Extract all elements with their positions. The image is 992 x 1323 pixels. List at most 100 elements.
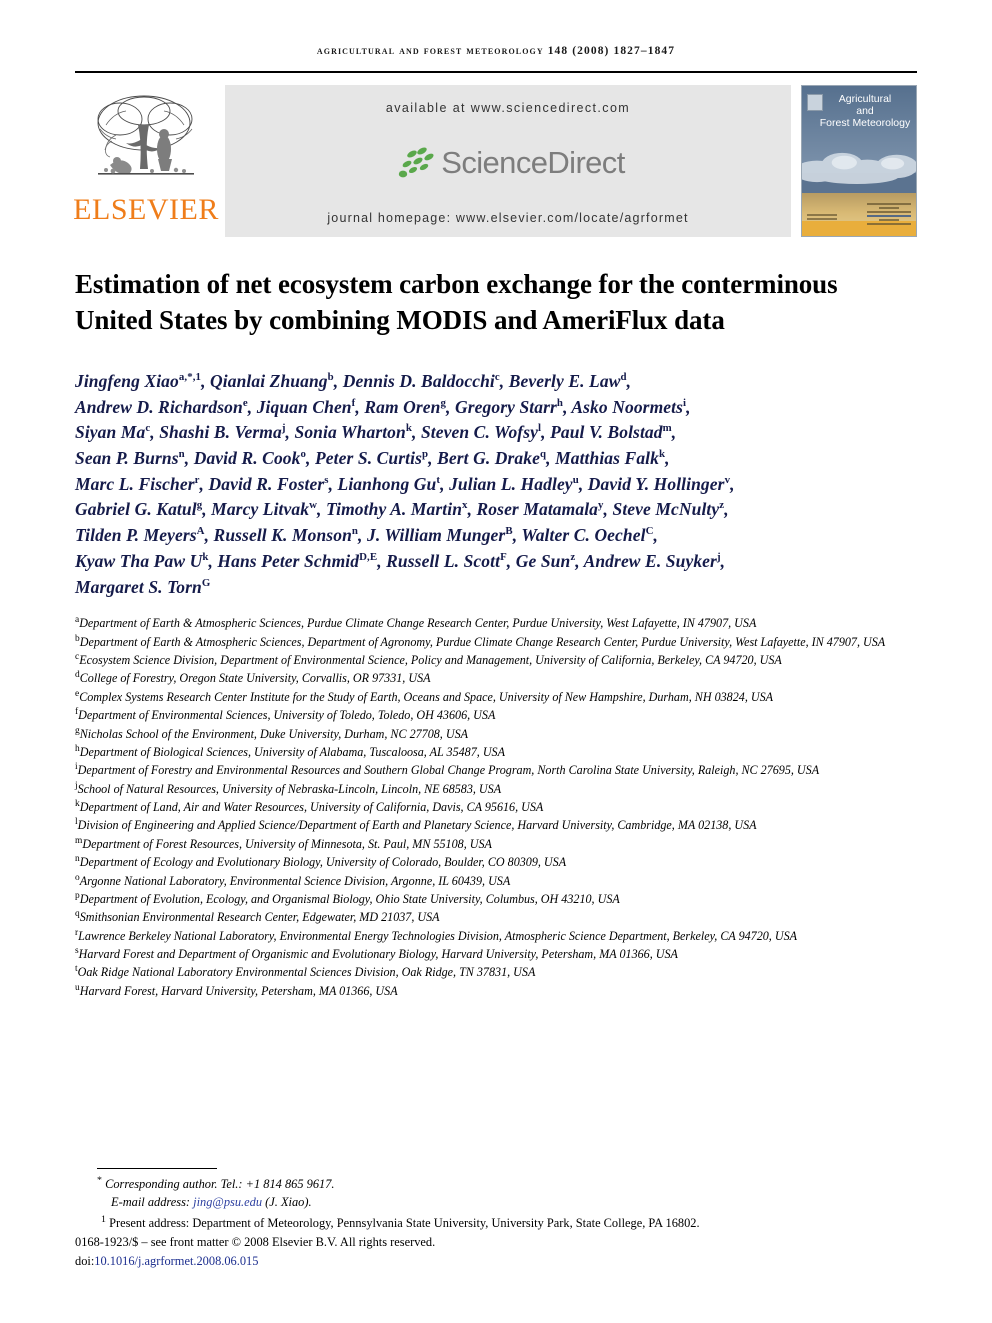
author-affiliation-mark: n	[178, 448, 185, 461]
affiliation-item: nDepartment of Ecology and Evolutionary …	[75, 853, 917, 871]
affiliation-item: bDepartment of Earth & Atmospheric Scien…	[75, 633, 917, 651]
corresponding-author-note: * Corresponding author. Tel.: +1 814 865…	[97, 1174, 917, 1194]
author-affiliation-mark: r	[194, 473, 200, 486]
affiliation-item: iDepartment of Forestry and Environmenta…	[75, 761, 917, 779]
author-affiliation-mark: A	[196, 525, 205, 538]
author-line: Andrew D. Richardsone, Jiquan Chenf, Ram…	[75, 396, 691, 417]
corresponding-author-mark: *	[97, 1174, 102, 1186]
author-name: Margaret S. Torn	[75, 576, 202, 597]
author-affiliation-mark: c	[145, 422, 151, 435]
author-affiliation-mark: s	[324, 473, 329, 486]
author-name: J. William Munger	[367, 525, 506, 546]
affiliation-item: cEcosystem Science Division, Department …	[75, 651, 917, 669]
cover-title-line1: Agricultural	[838, 93, 892, 105]
email-link[interactable]: jing@psu.edu	[193, 1195, 262, 1209]
affiliation-text: Department of Earth & Atmospheric Scienc…	[79, 634, 886, 649]
author-affiliation-mark: m	[662, 422, 672, 435]
affiliation-item: lDivision of Engineering and Applied Sci…	[75, 816, 917, 834]
author-line: Tilden P. MeyersA, Russell K. Monsonn, J…	[75, 525, 658, 546]
page-title: Estimation of net ecosystem carbon excha…	[75, 269, 838, 335]
affiliation-text: Smithsonian Environmental Research Cente…	[79, 910, 440, 925]
author-name: Ram Oren	[364, 396, 441, 417]
author-line: Siyan Mac, Shashi B. Vermaj, Sonia Whart…	[75, 422, 677, 443]
affiliation-item: oArgonne National Laboratory, Environmen…	[75, 872, 917, 890]
author-affiliation-mark: x	[462, 499, 468, 512]
author-name: Steven C. Wofsy	[420, 422, 538, 443]
author-name: Russell L. Scott	[386, 550, 501, 571]
author-affiliation-mark: z	[719, 499, 725, 512]
author-affiliation-mark: j	[716, 551, 721, 564]
affiliation-item: fDepartment of Environmental Sciences, U…	[75, 706, 917, 724]
running-head: Agricultural and Forest Meteorology 148 …	[316, 45, 676, 57]
affiliation-item: jSchool of Natural Resources, University…	[75, 780, 917, 798]
journal-emblem-icon	[807, 94, 823, 111]
author-name: Kyaw Tha Paw U	[75, 550, 203, 571]
elsevier-wordmark: ELSEVIER	[73, 193, 219, 226]
elsevier-tree-icon	[86, 89, 206, 193]
author-name: Shashi B. Verma	[159, 422, 282, 443]
author-name: Matthias Falk	[555, 447, 659, 468]
affiliation-item: gNicholas School of the Environment, Duk…	[75, 725, 917, 743]
footnote-block: * Corresponding author. Tel.: +1 814 865…	[75, 1168, 917, 1271]
affiliation-text: Nicholas School of the Environment, Duke…	[79, 726, 469, 741]
author-name: Bert G. Drake	[437, 447, 540, 468]
author-name: Sean P. Burns	[75, 447, 179, 468]
author-name: Gabriel G. Katul	[75, 499, 197, 520]
affiliation-text: Department of Forest Resources, Universi…	[82, 836, 492, 851]
affiliation-text: Department of Forestry and Environmental…	[77, 763, 820, 778]
sciencedirect-logo: ScienceDirect	[391, 145, 625, 181]
sciencedirect-wordmark: ScienceDirect	[441, 145, 625, 180]
author-line: Sean P. Burnsn, David R. Cooko, Peter S.…	[75, 447, 670, 468]
cover-imprint-lines	[867, 201, 911, 227]
author-name: Walter C. Oechel	[521, 525, 646, 546]
author-name: Andrew E. Suyker	[583, 550, 717, 571]
author-affiliation-mark: u	[572, 473, 579, 486]
author-affiliation-mark: C	[645, 525, 654, 538]
author-name: Jiquan Chen	[256, 396, 352, 417]
cover-title-line2: and	[856, 105, 874, 118]
affiliation-item: qSmithsonian Environmental Research Cent…	[75, 908, 917, 926]
email-note: E-mail address: jing@psu.edu (J. Xiao).	[111, 1194, 917, 1212]
author-name: Lianhong Gu	[337, 473, 437, 494]
author-affiliation-mark: D,E	[359, 551, 378, 564]
author-affiliation-mark: n	[351, 525, 359, 538]
available-at-text: available at www.sciencedirect.com	[385, 101, 631, 115]
doi-link[interactable]: 10.1016/j.agrformet.2008.06.015	[94, 1254, 258, 1268]
author-name: Dennis D. Baldocchi	[342, 370, 495, 391]
affiliation-text: Harvard Forest, Harvard University, Pete…	[79, 983, 398, 998]
journal-homepage-text: journal homepage: www.elsevier.com/locat…	[327, 211, 689, 225]
sciencedirect-leaves-icon	[391, 145, 437, 181]
affiliation-text: Department of Ecology and Evolutionary B…	[79, 855, 567, 870]
author-affiliation-mark: B	[505, 525, 513, 538]
present-address-mark: 1	[101, 1213, 106, 1225]
author-affiliation-mark: h	[556, 396, 564, 409]
affiliation-text: Oak Ridge National Laboratory Environmen…	[77, 965, 536, 980]
author-name: Sonia Wharton	[294, 422, 406, 443]
author-line: Jingfeng Xiaoa,*,1, Qianlai Zhuangb, Den…	[75, 370, 632, 391]
affiliation-text: Ecosystem Science Division, Department o…	[79, 653, 782, 668]
email-owner: (J. Xiao).	[265, 1195, 312, 1210]
author-affiliation-mark: F	[500, 551, 507, 564]
author-line: Gabriel G. Katulg, Marcy Litvakw, Timoth…	[75, 499, 729, 520]
author-name: Siyan Ma	[75, 422, 146, 443]
journal-article-first-page: Agricultural and Forest Meteorology 148 …	[0, 0, 992, 1323]
author-affiliation-mark: a,*,1	[178, 370, 202, 383]
author-name: Tilden P. Meyers	[75, 525, 197, 546]
author-name: Marc L. Fischer	[75, 473, 195, 494]
present-address-note: 1 Present address: Department of Meteoro…	[101, 1213, 917, 1233]
affiliation-item: aDepartment of Earth & Atmospheric Scien…	[75, 614, 917, 632]
author-affiliation-mark: y	[598, 499, 604, 512]
affiliation-item: eComplex Systems Research Center Institu…	[75, 688, 917, 706]
affiliation-text: Department of Earth & Atmospheric Scienc…	[79, 616, 757, 631]
affiliation-item: tOak Ridge National Laboratory Environme…	[75, 963, 917, 981]
author-affiliation-mark: k	[658, 448, 666, 461]
author-name: Ge Sun	[515, 550, 571, 571]
author-line: Kyaw Tha Paw Uk, Hans Peter SchmidD,E, R…	[75, 550, 726, 571]
author-affiliation-mark: b	[327, 370, 334, 383]
cover-clouds	[802, 146, 916, 185]
affiliation-text: Department of Evolution, Ecology, and Or…	[79, 891, 620, 906]
affiliation-text: Harvard Forest and Department of Organis…	[78, 947, 678, 962]
affiliation-item: mDepartment of Forest Resources, Univers…	[75, 835, 917, 853]
author-name: Marcy Litvak	[211, 499, 310, 520]
author-affiliation-mark: i	[683, 396, 687, 409]
